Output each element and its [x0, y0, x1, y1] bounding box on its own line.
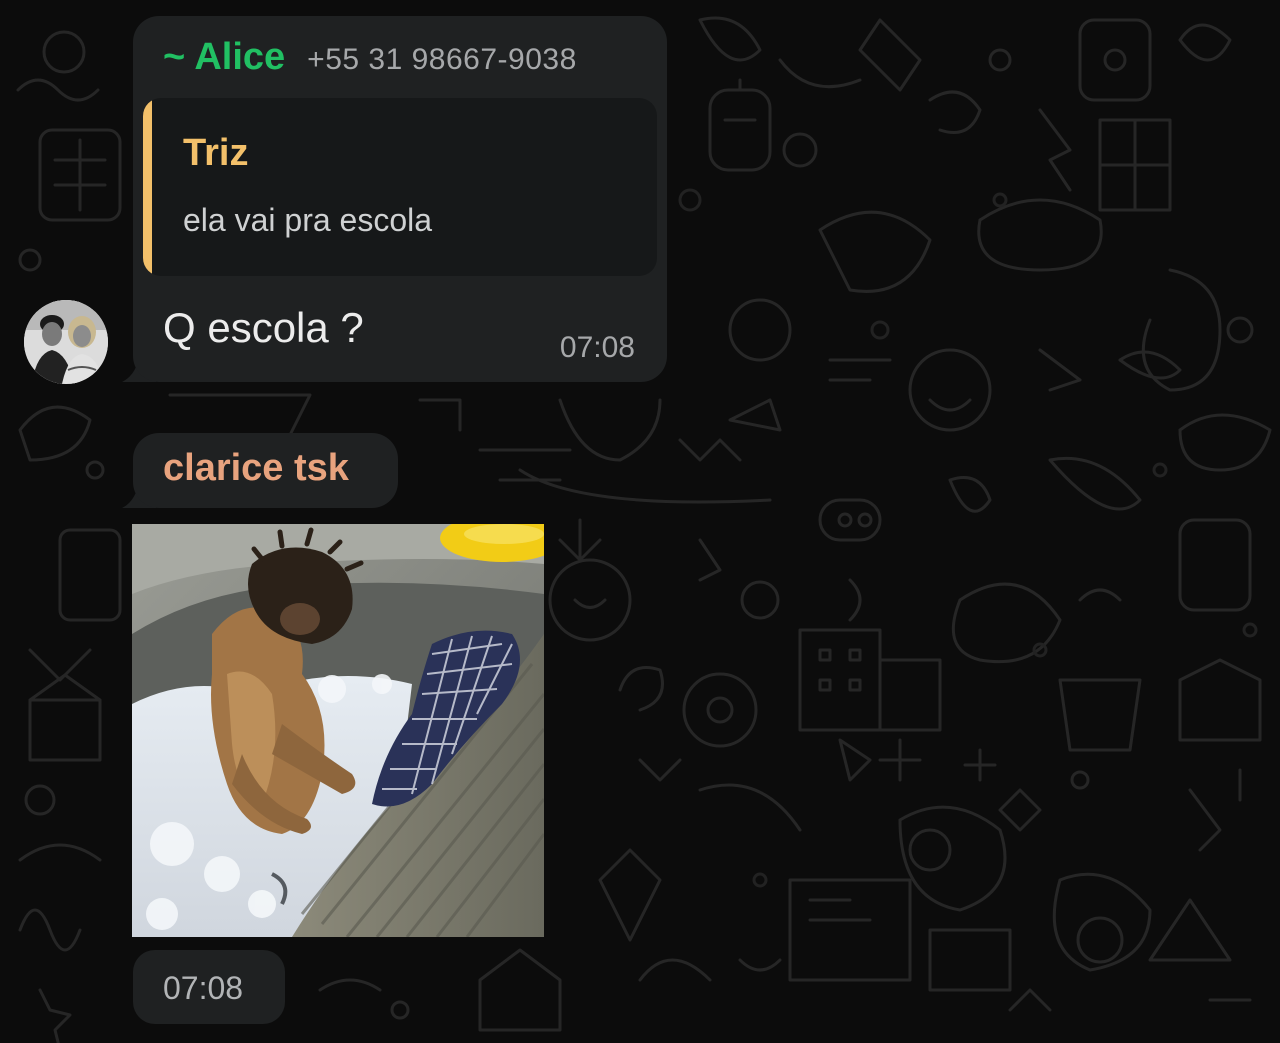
quoted-message[interactable]: Triz ela vai pra escola [143, 98, 657, 276]
sender-name-pill[interactable]: clarice tsk [133, 433, 398, 508]
avatar-photo [24, 300, 108, 384]
sender-name[interactable]: ~ Alice [163, 36, 285, 79]
quoted-text: ela vai pra escola [183, 202, 433, 238]
message-text: Q escola ? [163, 304, 364, 351]
message-time: 07:08 [559, 331, 635, 364]
chat-view: ~ Alice +55 31 98667-9038 Triz ela vai p… [0, 0, 1280, 1043]
sender-phone: +55 31 98667-9038 [307, 43, 577, 76]
sender-name[interactable]: clarice tsk [163, 447, 349, 490]
message-time: 07:08 [163, 970, 244, 1006]
sticker-photo [132, 524, 544, 937]
quote-accent-bar [143, 98, 152, 276]
message-time-pill: 07:08 [133, 950, 285, 1024]
incoming-message-bubble[interactable]: ~ Alice +55 31 98667-9038 Triz ela vai p… [133, 16, 667, 382]
sender-header: ~ Alice +55 31 98667-9038 [163, 36, 577, 79]
sticker-image[interactable] [132, 524, 544, 937]
avatar[interactable] [24, 300, 108, 384]
quoted-author: Triz [183, 132, 249, 174]
